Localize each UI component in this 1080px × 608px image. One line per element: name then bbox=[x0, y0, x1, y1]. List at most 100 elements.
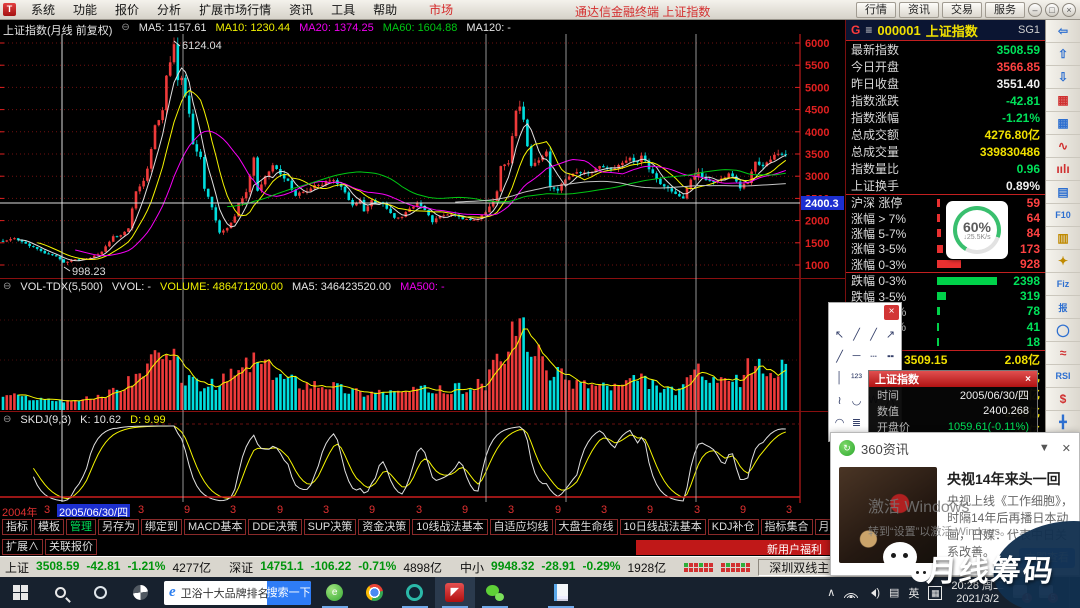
notepad-icon[interactable] bbox=[541, 577, 581, 608]
ime-grid-icon[interactable]: ▦ bbox=[928, 586, 942, 600]
search-icon[interactable] bbox=[40, 577, 80, 608]
search-go-button[interactable]: 搜索一下 bbox=[267, 581, 311, 605]
menu-item[interactable]: 报价 bbox=[106, 0, 148, 20]
menu-item[interactable]: 资讯 bbox=[280, 0, 322, 20]
tab-模板[interactable]: 模板 bbox=[34, 519, 64, 535]
browser-360-icon[interactable] bbox=[120, 577, 160, 608]
wechat-app-icon[interactable] bbox=[475, 577, 515, 608]
tdx-app-icon[interactable]: ◤ bbox=[435, 577, 475, 608]
info-card-icon[interactable]: ▤ bbox=[1046, 181, 1080, 204]
nav-back-icon[interactable]: ⇦ bbox=[1046, 20, 1080, 43]
tab-指标[interactable]: 指标 bbox=[2, 519, 32, 535]
titlebar-button[interactable]: 行情 bbox=[856, 2, 896, 18]
menu-burger-icon[interactable]: ≡ bbox=[865, 23, 872, 37]
h-line-tool[interactable]: ┄ bbox=[865, 345, 882, 367]
menu-item-market[interactable]: 市场 bbox=[420, 0, 462, 20]
promo-banner[interactable]: 新用户福利 bbox=[636, 540, 836, 555]
notification-icon-1[interactable]: 1 bbox=[1013, 585, 1030, 601]
heatmap-icon[interactable]: ▦ bbox=[1046, 89, 1080, 112]
tab-关联报价[interactable]: 关联报价 bbox=[45, 539, 97, 555]
tab-SUP决策[interactable]: SUP决策 bbox=[304, 519, 357, 535]
wifi-icon[interactable] bbox=[844, 588, 858, 598]
h-segment-tool[interactable]: ─ bbox=[848, 345, 865, 367]
search-input[interactable] bbox=[181, 587, 267, 599]
grid-icon[interactable]: ▦ bbox=[1046, 112, 1080, 135]
fiz-icon[interactable]: Fiz bbox=[1046, 273, 1080, 296]
tab-10线战法基本[interactable]: 10线战法基本 bbox=[412, 519, 487, 535]
money-icon[interactable]: $ bbox=[1046, 388, 1080, 411]
kline-icon[interactable]: ıılı bbox=[1046, 158, 1080, 181]
note-tool[interactable]: ¹²³ bbox=[848, 367, 865, 389]
kline-info-popup[interactable]: 上证指数 × 时间2005/06/30/四数值2400.268开盘价1059.6… bbox=[868, 370, 1038, 437]
news-icon[interactable]: 报 bbox=[1046, 296, 1080, 319]
close-icon[interactable]: ✕ bbox=[1062, 442, 1071, 455]
trend-line-tool[interactable]: ╱ bbox=[848, 323, 865, 345]
quote-header[interactable]: G ≡ 000001 上证指数 SG1 bbox=[846, 20, 1045, 41]
kline-chart[interactable]: 6000550050004500400035003000250020001500… bbox=[0, 20, 845, 504]
tray-chevron-icon[interactable]: ∧ bbox=[827, 586, 835, 599]
titlebar-button[interactable]: 资讯 bbox=[899, 2, 939, 18]
teal-app-icon[interactable] bbox=[395, 577, 435, 608]
tab-大盘生命线[interactable]: 大盘生命线 bbox=[555, 519, 618, 535]
tab-指标集合[interactable]: 指标集合 bbox=[761, 519, 813, 535]
pointer-tool[interactable]: ↖ bbox=[831, 323, 848, 345]
ext-link-icon[interactable] bbox=[721, 563, 750, 572]
clock[interactable]: 20:28 周二 2021/3/2 bbox=[951, 580, 1004, 606]
news-popup[interactable]: ↻ 360资讯 ▼ ✕ 央视14年来头一回 央视上线《工作细胞》，时隔14年后再… bbox=[830, 432, 1080, 576]
volume-icon[interactable]: ) bbox=[867, 587, 880, 599]
move-icon[interactable]: ╋ bbox=[1046, 411, 1080, 434]
tab-扩展∧[interactable]: 扩展∧ bbox=[2, 539, 43, 555]
ime-lang[interactable]: 英 bbox=[908, 585, 919, 601]
menu-item[interactable]: 功能 bbox=[64, 0, 106, 20]
ray-tool[interactable]: ╱ bbox=[865, 323, 882, 345]
popup-titlebar[interactable]: 上证指数 × bbox=[869, 371, 1037, 387]
tab-10日线战法基本[interactable]: 10日线战法基本 bbox=[620, 519, 706, 535]
f10-icon[interactable]: F10 bbox=[1046, 204, 1080, 227]
close-icon[interactable]: × bbox=[1025, 374, 1031, 385]
tab-另存为[interactable]: 另存为 bbox=[98, 519, 139, 535]
tab-管理[interactable]: 管理 bbox=[66, 519, 96, 535]
keyboard-icon[interactable]: ▤ bbox=[889, 586, 899, 599]
tab-DDE决策[interactable]: DDE决策 bbox=[248, 519, 301, 535]
nav-down-icon[interactable]: ⇩ bbox=[1046, 66, 1080, 89]
tab-MACD基本[interactable]: MACD基本 bbox=[184, 519, 246, 535]
dots-wave-icon[interactable]: ≈ bbox=[1046, 342, 1080, 365]
show-desktop-button[interactable] bbox=[1069, 577, 1074, 608]
collapse-icon[interactable]: ▼ bbox=[1039, 442, 1050, 455]
titlebar-button[interactable]: 服务 bbox=[985, 2, 1025, 18]
star-doc-icon[interactable]: ✦ bbox=[1046, 250, 1080, 273]
arch-tool[interactable]: ◠ bbox=[831, 411, 848, 433]
menu-item[interactable]: 帮助 bbox=[364, 0, 406, 20]
tab-资金决策[interactable]: 资金决策 bbox=[358, 519, 410, 535]
start-button[interactable] bbox=[0, 577, 40, 608]
minimize-icon[interactable]: – bbox=[1028, 3, 1042, 17]
safe-360-icon[interactable]: e bbox=[315, 577, 355, 608]
arc-tool[interactable]: ◡ bbox=[848, 389, 865, 411]
restore-icon[interactable]: □ bbox=[1045, 3, 1059, 17]
nav-up-icon[interactable]: ⇧ bbox=[1046, 43, 1080, 66]
tab-自适应均线[interactable]: 自适应均线 bbox=[490, 519, 553, 535]
menu-item[interactable]: 系统 bbox=[22, 0, 64, 20]
report-icon[interactable]: ▥ bbox=[1046, 227, 1080, 250]
menu-item[interactable]: 扩展市场行情 bbox=[190, 0, 280, 20]
polyline-tool[interactable]: ≀ bbox=[831, 389, 848, 411]
cortana-icon[interactable] bbox=[80, 577, 120, 608]
price-line-tool[interactable]: ╍ bbox=[882, 345, 899, 367]
arrow-tool[interactable]: ↗ bbox=[882, 323, 899, 345]
chrome-icon[interactable] bbox=[355, 577, 395, 608]
v-line-tool[interactable]: │ bbox=[831, 367, 848, 389]
titlebar-button[interactable]: 交易 bbox=[942, 2, 982, 18]
menu-item[interactable]: 工具 bbox=[322, 0, 364, 20]
tab-KDJ补仓[interactable]: KDJ补仓 bbox=[708, 519, 759, 535]
close-icon[interactable]: × bbox=[1062, 3, 1076, 17]
notification-icon-2[interactable]: 5 bbox=[1039, 585, 1056, 601]
tab-绑定到[interactable]: 绑定到 bbox=[141, 519, 182, 535]
rsi-icon[interactable]: RSI bbox=[1046, 365, 1080, 388]
segment-tool[interactable]: ╱ bbox=[831, 345, 848, 367]
menu-item[interactable]: 分析 bbox=[148, 0, 190, 20]
taskbar-search-box[interactable]: e 搜索一下 bbox=[164, 581, 311, 605]
gann-tool[interactable]: ≣ bbox=[848, 411, 865, 433]
news-thumbnail[interactable] bbox=[839, 467, 937, 563]
close-icon[interactable]: × bbox=[884, 305, 899, 320]
news-view-button[interactable]: 立即查看 bbox=[1019, 548, 1075, 568]
